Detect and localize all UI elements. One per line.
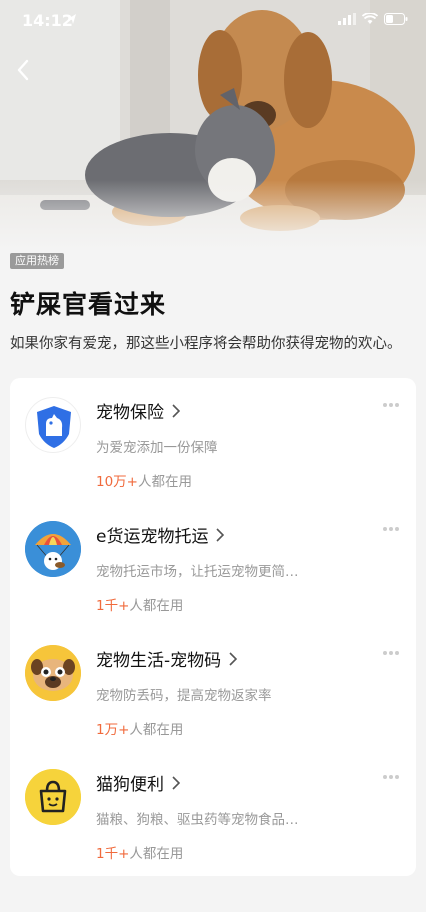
more-icon[interactable] bbox=[382, 650, 400, 656]
page-title: 铲屎官看过来 bbox=[10, 290, 167, 319]
item-title[interactable]: e货运宠物托运 bbox=[96, 522, 225, 547]
list-item[interactable]: 宠物生活-宠物码 宠物防丢码，提高宠物返家率 1万+人都在用 bbox=[10, 626, 416, 750]
more-icon[interactable] bbox=[382, 402, 400, 408]
hero-fade bbox=[0, 180, 426, 250]
dog-shield-icon bbox=[25, 397, 81, 453]
back-arrow-icon[interactable] bbox=[10, 55, 40, 85]
shopping-bag-icon bbox=[25, 769, 81, 825]
chevron-right-icon bbox=[229, 651, 238, 666]
list-item[interactable]: 宠物保险 为爱宠添加一份保障 10万+人都在用 bbox=[10, 378, 416, 502]
item-description: 宠物托运市场，让托运宠物更简… bbox=[96, 564, 299, 580]
item-title[interactable]: 宠物生活-宠物码 bbox=[96, 646, 238, 671]
status-bar: 14:12 bbox=[0, 0, 426, 40]
item-description: 为爱宠添加一份保障 bbox=[96, 440, 218, 456]
chevron-right-icon bbox=[172, 403, 180, 418]
chevron-right-icon bbox=[216, 527, 225, 542]
item-usage: 1千+人都在用 bbox=[96, 598, 184, 614]
more-icon[interactable] bbox=[382, 774, 400, 780]
status-icons bbox=[338, 13, 408, 25]
item-usage: 1千+人都在用 bbox=[96, 846, 184, 862]
list-item[interactable]: e货运宠物托运 宠物托运市场，让托运宠物更简… 1千+人都在用 bbox=[10, 502, 416, 626]
chevron-right-icon bbox=[172, 775, 180, 790]
wifi-icon bbox=[362, 13, 378, 24]
category-tag: 应用热榜 bbox=[10, 253, 64, 269]
item-description: 猫粮、狗粮、驱虫药等宠物食品… bbox=[96, 812, 299, 828]
item-title[interactable]: 宠物保险 bbox=[96, 398, 180, 423]
item-usage: 1万+人都在用 bbox=[96, 722, 184, 738]
list-item[interactable]: 猫狗便利 猫粮、狗粮、驱虫药等宠物食品… 1千+人都在用 bbox=[10, 750, 416, 874]
mini-program-list: 宠物保险 为爱宠添加一份保障 10万+人都在用 e货运宠物托运 宠物托运市场，让… bbox=[10, 378, 416, 876]
location-arrow-icon bbox=[68, 14, 76, 24]
item-description: 宠物防丢码，提高宠物返家率 bbox=[96, 688, 272, 704]
page-subtitle: 如果你家有爱宠，那这些小程序将会帮助你获得宠物的欢心。 bbox=[10, 336, 402, 352]
parachute-dog-icon bbox=[25, 521, 81, 577]
pug-face-icon bbox=[25, 645, 81, 701]
more-icon[interactable] bbox=[382, 526, 400, 532]
item-title[interactable]: 猫狗便利 bbox=[96, 770, 180, 795]
status-time: 14:12 bbox=[22, 11, 73, 30]
signal-icon bbox=[338, 13, 356, 25]
item-usage: 10万+人都在用 bbox=[96, 474, 192, 490]
battery-icon bbox=[384, 13, 408, 25]
